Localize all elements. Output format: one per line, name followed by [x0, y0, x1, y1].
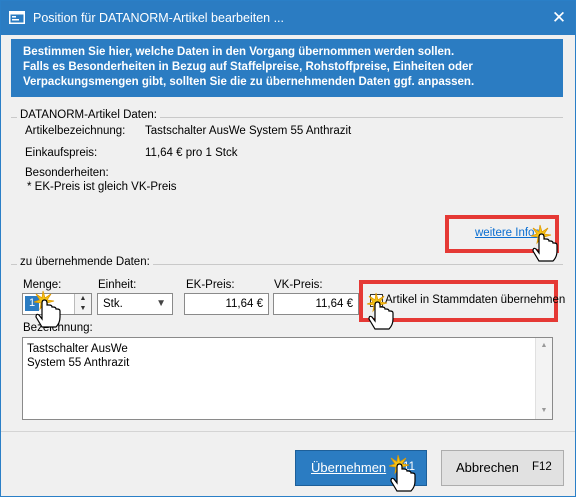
ek-price-label: EK-Preis: — [186, 279, 235, 291]
master-data-checkbox-label[interactable]: Artikel in Stammdaten übernehmen — [385, 294, 565, 306]
transfer-data-legend: zu übernehmende Daten: — [17, 256, 153, 268]
article-special-label: Besonderheiten: — [25, 167, 109, 179]
article-data-legend: DATANORM-Artikel Daten: — [17, 109, 160, 121]
article-desc-label: Artikelbezeichnung: — [25, 125, 126, 137]
description-textarea[interactable]: Tastschalter AusWe System 55 Anthrazit ▲… — [22, 337, 553, 420]
article-special-value: * EK-Preis ist gleich VK-Preis — [27, 181, 177, 193]
vk-price-input[interactable]: 11,64 € — [273, 293, 359, 315]
hand-pointer-icon — [366, 292, 394, 330]
dialog-window: Position für DATANORM-Artikel bearbeiten… — [0, 0, 576, 497]
info-line-2: Falls es Besonderheiten in Bezug auf Sta… — [23, 61, 473, 73]
cancel-button-label: Abbrechen — [456, 460, 519, 475]
unit-value: Stk. — [103, 298, 123, 310]
scroll-down-icon[interactable]: ▼ — [536, 403, 552, 419]
close-icon[interactable]: ✕ — [549, 8, 569, 28]
hand-pointer-icon — [388, 454, 416, 492]
hand-pointer-icon — [33, 290, 61, 328]
info-banner: Bestimmen Sie hier, welche Daten in den … — [11, 39, 563, 97]
info-line-1: Bestimmen Sie hier, welche Daten in den … — [23, 46, 455, 58]
scroll-up-icon[interactable]: ▲ — [536, 338, 552, 354]
article-desc-value: Tastschalter AusWe System 55 Anthrazit — [145, 125, 352, 137]
cancel-button[interactable]: Abbrechen F12 — [441, 450, 564, 486]
window-title: Position für DATANORM-Artikel bearbeiten… — [33, 11, 285, 25]
chevron-down-icon: ▼ — [156, 298, 166, 309]
description-scrollbar[interactable]: ▲ ▼ — [535, 338, 552, 419]
app-window-icon — [9, 11, 25, 24]
hand-pointer-icon — [530, 224, 558, 262]
info-line-3: Verpackungsmengen gibt, sollten Sie die … — [23, 76, 475, 88]
description-line-1: Tastschalter AusWe — [27, 343, 128, 355]
title-bar[interactable]: Position für DATANORM-Artikel bearbeiten… — [1, 1, 575, 35]
cancel-button-hotkey: F12 — [532, 461, 552, 473]
quantity-spin-buttons[interactable]: ▲ ▼ — [74, 294, 91, 314]
ek-price-input[interactable]: 11,64 € — [184, 293, 269, 315]
description-line-2: System 55 Anthrazit — [27, 357, 130, 369]
unit-label: Einheit: — [98, 279, 137, 291]
vk-price-label: VK-Preis: — [274, 279, 323, 291]
apply-button-label: Übernehmen — [311, 460, 387, 475]
article-price-label: Einkaufspreis: — [25, 147, 98, 159]
spin-down-icon[interactable]: ▼ — [75, 304, 91, 314]
article-price-value: 11,64 € pro 1 Stck — [145, 147, 238, 159]
spin-up-icon[interactable]: ▲ — [75, 294, 91, 304]
footer-separator — [1, 431, 575, 432]
unit-select[interactable]: Stk. ▼ — [97, 293, 173, 315]
